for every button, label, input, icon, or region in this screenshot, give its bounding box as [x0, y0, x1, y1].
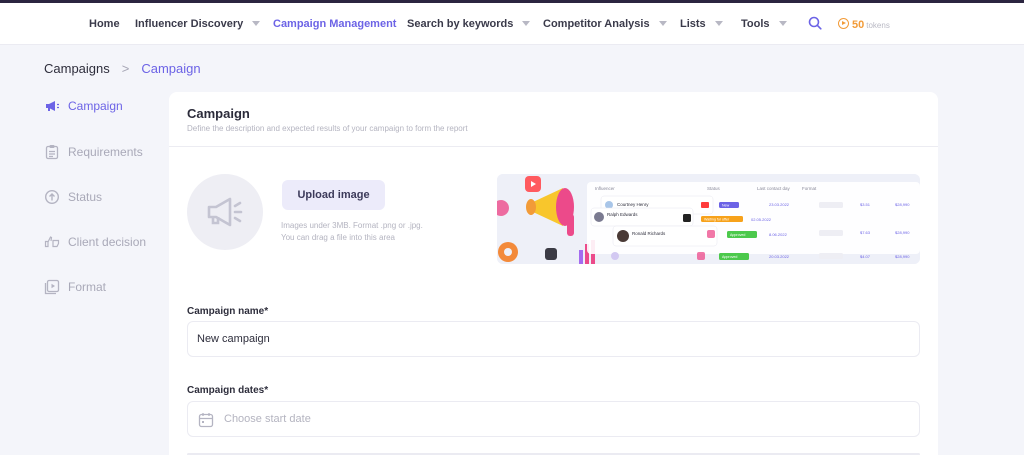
breadcrumb: Campaigns > Campaign [44, 61, 201, 76]
preview-header-format: Format [802, 186, 817, 191]
upload-hint-line1: Images under 3MB. Format .png or .jpg. [281, 221, 423, 230]
preview-row-status: Approved [730, 233, 745, 237]
upload-circle-icon [44, 189, 60, 205]
preview-header-last-contact: Last contact day [757, 186, 791, 191]
preview-row-date: 23.03.2022 [769, 202, 790, 207]
upload-hint-line2: You can drag a file into this area [281, 233, 396, 242]
chevron-down-icon [714, 21, 723, 26]
thumbs-icon [44, 236, 60, 248]
preview-header-influencer: Influencer [595, 186, 615, 191]
nav-influencer-discovery[interactable]: Influencer Discovery [135, 3, 261, 45]
coin-play-icon [838, 18, 849, 29]
nav-search-by-keywords[interactable]: Search by keywords [407, 3, 531, 45]
top-navigation: Home Influencer Discovery Campaign Manag… [0, 3, 1024, 45]
token-label: tokens [866, 21, 890, 30]
search-icon[interactable] [808, 16, 822, 35]
sidebar-item-format[interactable]: Format [44, 277, 106, 297]
chevron-down-icon [522, 21, 531, 26]
campaign-name-field[interactable] [187, 321, 920, 357]
preview-row-amount: $4.07 [860, 254, 871, 259]
chevron-down-icon [778, 21, 787, 26]
preview-row-status: Waiting for offer [704, 218, 730, 222]
megaphone-icon [46, 101, 59, 111]
sidebar-item-label: Format [68, 280, 107, 294]
preview-row-status: Approved [722, 255, 737, 259]
preview-row-date: 8.06.2022 [769, 232, 788, 237]
campaign-dates-label: Campaign dates* [187, 385, 269, 396]
breadcrumb-current: Campaign [141, 61, 201, 76]
campaign-image-placeholder[interactable] [187, 174, 263, 250]
upload-hint: Images under 3MB. Format .png or .jpg. Y… [281, 220, 461, 244]
sidebar-item-client-decision[interactable]: Client decision [44, 232, 146, 252]
clipboard-icon [45, 145, 59, 160]
divider [169, 146, 938, 147]
megaphone-icon [207, 197, 243, 227]
sidebar-item-label: Requirements [68, 145, 143, 159]
preview-header-status: Status [707, 186, 721, 191]
card-subtitle: Define the description and expected resu… [187, 124, 468, 133]
preview-row-amount: $28,990 [895, 230, 910, 235]
nav-home[interactable]: Home [89, 3, 120, 45]
calendar-icon [198, 413, 214, 428]
campaign-name-label: Campaign name* [187, 306, 269, 317]
preview-row-name: Courtney Henry [617, 202, 649, 207]
chevron-down-icon [252, 21, 261, 26]
sidebar-item-status[interactable]: Status [44, 187, 102, 207]
campaign-preview-illustration: Influencer Status Last contact day Forma… [497, 174, 920, 264]
nav-competitor-analysis[interactable]: Competitor Analysis [543, 3, 667, 45]
preview-row-name: Ronald Richards [632, 231, 666, 236]
preview-row-name: Ralph Edwards [607, 212, 638, 217]
token-balance[interactable]: 50 tokens [838, 3, 890, 45]
sidebar-item-label: Client decision [68, 235, 147, 249]
preview-row-date: 02.05.2022 [751, 217, 772, 222]
nav-campaign-management[interactable]: Campaign Management [273, 3, 396, 45]
preview-row-amount: $7.63 [860, 230, 871, 235]
chevron-down-icon [658, 21, 667, 26]
sidebar-item-label: Campaign [68, 99, 123, 113]
preview-row-amount: $28,990 [895, 202, 910, 207]
nav-tools[interactable]: Tools [741, 3, 787, 45]
campaign-dates-field[interactable] [187, 401, 920, 437]
preview-row-date: 20.03.2022 [769, 254, 790, 259]
upload-image-button[interactable]: Upload image [282, 180, 385, 210]
sidebar-item-requirements[interactable]: Requirements [44, 142, 143, 162]
start-date-input[interactable] [188, 402, 919, 436]
nav-lists[interactable]: Lists [680, 3, 723, 45]
breadcrumb-campaigns[interactable]: Campaigns [44, 61, 110, 76]
sidebar-item-campaign[interactable]: Campaign [44, 96, 123, 116]
card-title: Campaign [187, 106, 250, 121]
preview-row-amount: $3.51 [860, 202, 871, 207]
token-count: 50 [852, 19, 865, 31]
sidebar-item-label: Status [68, 190, 103, 204]
campaign-card: Campaign Define the description and expe… [169, 92, 938, 455]
preview-row-amount: $28,990 [895, 254, 910, 259]
preview-row-status: New [722, 204, 730, 208]
campaign-name-input[interactable] [188, 322, 919, 356]
media-icon [44, 279, 60, 295]
breadcrumb-separator: > [121, 61, 130, 76]
